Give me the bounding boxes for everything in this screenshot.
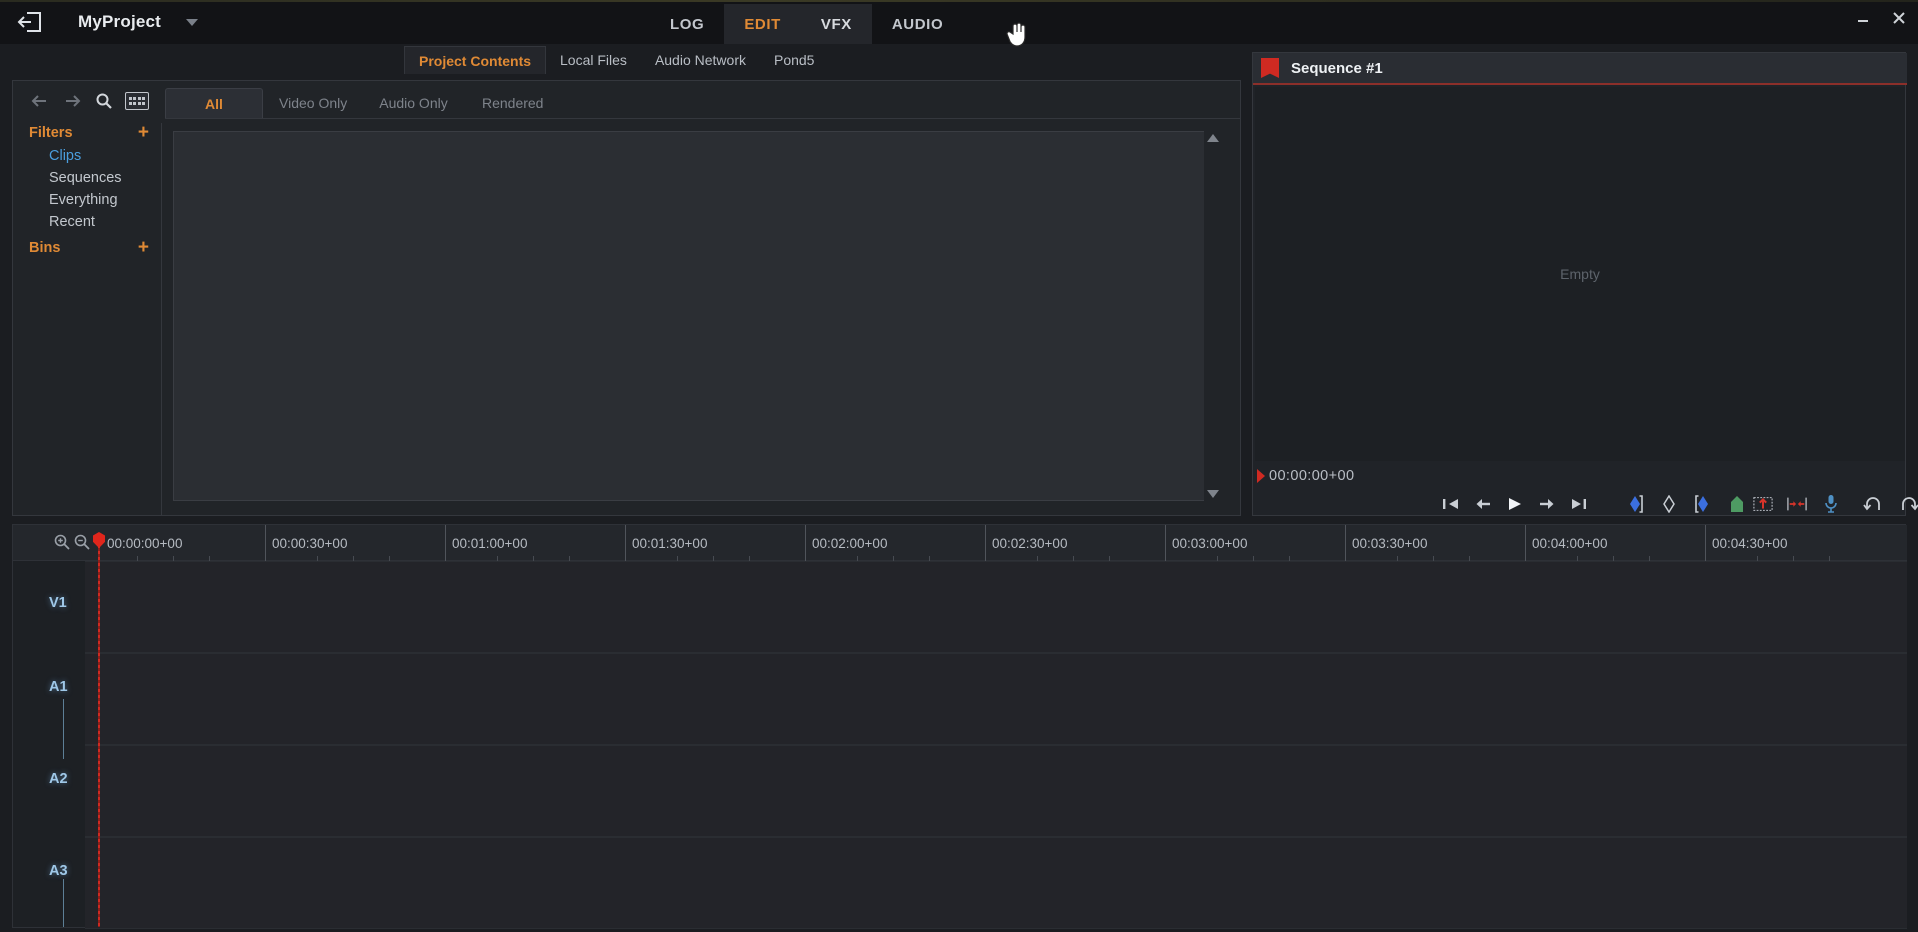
timeline-tracks: V1 A1 A2 A3	[13, 561, 1907, 929]
video-editor-window: MyProject LOG EDIT VFX AUDIO Project Con…	[0, 0, 1918, 932]
transport-controls	[1253, 491, 1918, 517]
step-back-icon[interactable]	[1473, 494, 1493, 514]
track-label-a1[interactable]: A1	[49, 679, 68, 695]
ruler-mark-3: 00:01:30+00	[625, 525, 707, 561]
overwrite-icon[interactable]	[1753, 494, 1773, 514]
search-icon[interactable]	[93, 90, 115, 112]
forward-arrow-icon[interactable]	[61, 90, 83, 112]
sequence-viewer-panel: Sequence #1 Empty 00:00:00+00	[1252, 52, 1918, 517]
sequence-title: Sequence #1	[1291, 59, 1383, 77]
bins-group-label: Bins	[29, 240, 61, 256]
track-link-a1-a2	[63, 699, 64, 759]
ruler-mark-0: 00:00:00+00	[107, 535, 183, 551]
insert-icon[interactable]	[1787, 494, 1807, 514]
timecode-marker-icon	[1257, 469, 1265, 483]
browser-tab-project-contents[interactable]: Project Contents	[404, 46, 547, 74]
content-tab-all[interactable]: All	[165, 88, 263, 118]
filters-group-label: Filters	[29, 125, 73, 141]
bins-group-header[interactable]: Bins +	[13, 236, 161, 260]
ruler-mark-9: 00:04:30+00	[1705, 525, 1787, 561]
tab-vfx[interactable]: VFX	[800, 4, 872, 44]
content-tab-video-only[interactable]: Video Only	[263, 88, 363, 118]
ruler-mark-6: 00:03:00+00	[1165, 525, 1247, 561]
add-marker-icon[interactable]	[1727, 494, 1747, 514]
ruler-mark-4: 00:02:00+00	[805, 525, 887, 561]
voice-over-icon[interactable]	[1821, 494, 1841, 514]
play-icon[interactable]	[1505, 494, 1525, 514]
track-row-a1[interactable]: A1	[13, 653, 1907, 745]
window-controls	[1852, 0, 1910, 36]
step-forward-icon[interactable]	[1537, 494, 1557, 514]
project-name[interactable]: MyProject	[78, 0, 161, 44]
title-bar: MyProject LOG EDIT VFX AUDIO	[0, 0, 1918, 44]
filter-item-sequences[interactable]: Sequences	[13, 167, 161, 189]
grid-view-icon[interactable]	[125, 92, 149, 110]
scroll-up-arrow-icon[interactable]	[1207, 134, 1219, 142]
timeline-playhead[interactable]	[93, 532, 105, 927]
viewer-header: Sequence #1	[1253, 53, 1907, 85]
filter-item-everything[interactable]: Everything	[13, 189, 161, 211]
mark-out-icon[interactable]	[1693, 494, 1713, 514]
track-label-v1[interactable]: V1	[49, 595, 67, 611]
clip-browser-scrollbar[interactable]	[1204, 131, 1222, 501]
viewer-empty-label: Empty	[1560, 266, 1600, 282]
filters-sidebar: Filters + Clips Sequences Everything Rec…	[13, 121, 161, 517]
track-label-a2[interactable]: A2	[49, 771, 68, 787]
browser-panel: Filters + Clips Sequences Everything Rec…	[12, 80, 1241, 516]
track-row-a2[interactable]: A2	[13, 745, 1907, 837]
tab-edit[interactable]: EDIT	[724, 4, 801, 44]
scroll-down-arrow-icon[interactable]	[1207, 490, 1219, 498]
add-bin-button[interactable]: +	[138, 238, 149, 257]
tab-log[interactable]: LOG	[650, 4, 724, 44]
clip-browser-area[interactable]	[173, 131, 1217, 501]
browser-tab-bar: Project Contents Local Files Audio Netwo…	[0, 44, 1250, 74]
filters-group-header[interactable]: Filters +	[13, 121, 161, 145]
track-row-v1[interactable]: V1	[13, 561, 1907, 653]
go-to-start-icon[interactable]	[1441, 494, 1461, 514]
chevron-down-icon[interactable]	[183, 0, 201, 44]
timeline-ruler[interactable]: 00:00:00+00 00:00:30+00 00:01:00+00 00:0…	[13, 525, 1907, 561]
sidebar-divider	[161, 123, 162, 515]
track-row-a3[interactable]: A3	[13, 837, 1907, 929]
track-link-a3	[63, 879, 64, 927]
mode-tab-bar: LOG EDIT VFX AUDIO	[650, 0, 963, 44]
mark-clip-icon[interactable]	[1659, 494, 1679, 514]
mark-in-icon[interactable]	[1625, 494, 1645, 514]
viewer-canvas[interactable]: Empty	[1255, 87, 1905, 461]
filter-item-recent[interactable]: Recent	[13, 211, 161, 233]
go-to-end-icon[interactable]	[1569, 494, 1589, 514]
content-filter-tabs: All Video Only Audio Only Rendered	[165, 81, 1240, 119]
ruler-mark-8: 00:04:00+00	[1525, 525, 1607, 561]
close-icon[interactable]	[1888, 7, 1910, 29]
browser-tab-audio-network[interactable]: Audio Network	[641, 46, 760, 74]
undo-icon[interactable]	[1863, 494, 1883, 514]
browser-tab-pond5[interactable]: Pond5	[760, 46, 828, 74]
timeline-panel: 00:00:00+00 00:00:30+00 00:01:00+00 00:0…	[12, 524, 1907, 929]
tab-audio[interactable]: AUDIO	[872, 4, 963, 44]
add-filter-button[interactable]: +	[138, 123, 149, 142]
viewer-timecode-row: 00:00:00+00	[1255, 463, 1905, 489]
content-tab-rendered[interactable]: Rendered	[464, 88, 562, 118]
sequence-flag-icon	[1261, 58, 1279, 78]
redo-icon[interactable]	[1899, 494, 1918, 514]
browser-tab-local-files[interactable]: Local Files	[546, 46, 641, 74]
ruler-mark-2: 00:01:00+00	[445, 525, 527, 561]
viewer-timecode[interactable]: 00:00:00+00	[1269, 468, 1354, 484]
ruler-mark-5: 00:02:30+00	[985, 525, 1067, 561]
ruler-mark-7: 00:03:30+00	[1345, 525, 1427, 561]
track-label-a3[interactable]: A3	[49, 863, 68, 879]
zoom-in-icon[interactable]	[53, 533, 73, 553]
back-arrow-icon[interactable]	[29, 90, 51, 112]
ruler-mark-1: 00:00:30+00	[265, 525, 347, 561]
minimize-icon[interactable]	[1852, 7, 1874, 29]
browser-toolbar	[13, 81, 161, 121]
content-tab-audio-only[interactable]: Audio Only	[363, 88, 463, 118]
filter-item-clips[interactable]: Clips	[13, 145, 161, 167]
exit-icon[interactable]	[10, 4, 50, 40]
ruler-tick-labels: 00:00:00+00 00:00:30+00 00:01:00+00 00:0…	[85, 525, 1907, 561]
